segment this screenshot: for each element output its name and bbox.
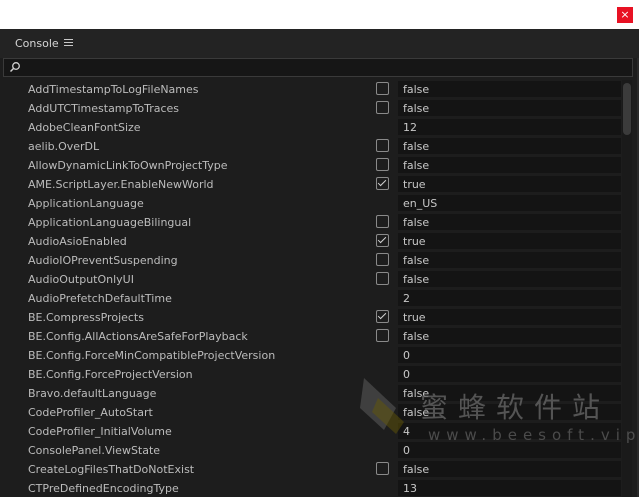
- setting-value-field[interactable]: true: [398, 176, 621, 192]
- setting-value-field[interactable]: false: [398, 214, 621, 230]
- setting-row[interactable]: AME.ScriptLayer.EnableNewWorld true: [3, 175, 621, 194]
- setting-name: BE.Config.AllActionsAreSafeForPlayback: [28, 330, 248, 343]
- setting-name: BE.Config.ForceMinCompatibleProjectVersi…: [28, 349, 276, 362]
- setting-value-field[interactable]: 13: [398, 480, 621, 496]
- setting-value-field[interactable]: 2: [398, 290, 621, 306]
- setting-checkbox[interactable]: [376, 139, 389, 152]
- setting-row[interactable]: AudioPrefetchDefaultTime 2: [3, 289, 621, 308]
- setting-checkbox[interactable]: [376, 310, 389, 323]
- setting-name: AME.ScriptLayer.EnableNewWorld: [28, 178, 214, 191]
- setting-row[interactable]: AddUTCTimestampToTraces false: [3, 99, 621, 118]
- close-icon[interactable]: ×: [617, 7, 633, 23]
- setting-checkbox[interactable]: [376, 253, 389, 266]
- setting-checkbox[interactable]: [376, 462, 389, 475]
- setting-value-field[interactable]: false: [398, 328, 621, 344]
- setting-value-field[interactable]: false: [398, 271, 621, 287]
- setting-checkbox[interactable]: [376, 329, 389, 342]
- setting-row[interactable]: BE.Config.ForceMinCompatibleProjectVersi…: [3, 346, 621, 365]
- setting-checkbox[interactable]: [376, 177, 389, 190]
- setting-value-field[interactable]: true: [398, 233, 621, 249]
- setting-row[interactable]: aelib.OverDL false: [3, 137, 621, 156]
- setting-name: AudioAsioEnabled: [28, 235, 127, 248]
- setting-name: AddTimestampToLogFileNames: [28, 83, 199, 96]
- setting-row[interactable]: ConsolePanel.ViewState 0: [3, 441, 621, 460]
- setting-checkbox[interactable]: [376, 215, 389, 228]
- setting-row[interactable]: AddTimestampToLogFileNames false: [3, 80, 621, 99]
- setting-value-field[interactable]: 4: [398, 423, 621, 439]
- setting-name: CreateLogFilesThatDoNotExist: [28, 463, 195, 476]
- setting-value-field[interactable]: false: [398, 404, 621, 420]
- setting-name: ApplicationLanguageBilingual: [28, 216, 192, 229]
- setting-name: AudioOutputOnlyUI: [28, 273, 134, 286]
- setting-name: AdobeCleanFontSize: [28, 121, 141, 134]
- setting-row[interactable]: AdobeCleanFontSize 12: [3, 118, 621, 137]
- setting-name: CodeProfiler_InitialVolume: [28, 425, 172, 438]
- scrollbar-thumb[interactable]: [623, 83, 631, 135]
- setting-value-field[interactable]: false: [398, 252, 621, 268]
- settings-list: AddTimestampToLogFileNames false AddUTCTim…: [3, 80, 621, 497]
- setting-row[interactable]: AudioAsioEnabled true: [3, 232, 621, 251]
- setting-checkbox[interactable]: [376, 234, 389, 247]
- scrollbar[interactable]: [622, 80, 632, 497]
- setting-checkbox[interactable]: [376, 158, 389, 171]
- setting-name: BE.Config.ForceProjectVersion: [28, 368, 193, 381]
- setting-row[interactable]: CreateLogFilesThatDoNotExist false: [3, 460, 621, 479]
- setting-name: AudioPrefetchDefaultTime: [28, 292, 172, 305]
- setting-value-field[interactable]: true: [398, 309, 621, 325]
- setting-value-field[interactable]: 0: [398, 347, 621, 363]
- setting-checkbox[interactable]: [376, 82, 389, 95]
- setting-name: AllowDynamicLinkToOwnProjectType: [28, 159, 228, 172]
- setting-value-field[interactable]: 12: [398, 119, 621, 135]
- hamburger-menu-icon[interactable]: [64, 39, 73, 47]
- setting-row[interactable]: BE.CompressProjects true: [3, 308, 621, 327]
- setting-checkbox[interactable]: [376, 272, 389, 285]
- setting-name: BE.CompressProjects: [28, 311, 144, 324]
- setting-row[interactable]: CTPreDefinedEncodingType 13: [3, 479, 621, 497]
- search-input[interactable]: [3, 58, 633, 77]
- setting-name: ConsolePanel.ViewState: [28, 444, 161, 457]
- panel-header: Console: [0, 29, 639, 58]
- setting-row[interactable]: ApplicationLanguageBilingual false: [3, 213, 621, 232]
- setting-value-field[interactable]: false: [398, 461, 621, 477]
- setting-value-field[interactable]: en_US: [398, 195, 621, 211]
- setting-checkbox[interactable]: [376, 101, 389, 114]
- search-icon: [9, 61, 21, 73]
- setting-value-field[interactable]: false: [398, 138, 621, 154]
- setting-name: AddUTCTimestampToTraces: [28, 102, 179, 115]
- setting-value-field[interactable]: false: [398, 385, 621, 401]
- setting-value-field[interactable]: 0: [398, 442, 621, 458]
- setting-row[interactable]: BE.Config.AllActionsAreSafeForPlayback fa…: [3, 327, 621, 346]
- setting-row[interactable]: AllowDynamicLinkToOwnProjectType false: [3, 156, 621, 175]
- setting-value-field[interactable]: false: [398, 157, 621, 173]
- setting-row[interactable]: Bravo.defaultLanguage false: [3, 384, 621, 403]
- setting-name: CodeProfiler_AutoStart: [28, 406, 153, 419]
- setting-name: aelib.OverDL: [28, 140, 100, 153]
- setting-name: Bravo.defaultLanguage: [28, 387, 157, 400]
- setting-name: AudioIOPreventSuspending: [28, 254, 178, 267]
- setting-name: ApplicationLanguage: [28, 197, 144, 210]
- setting-row[interactable]: CodeProfiler_AutoStart false: [3, 403, 621, 422]
- setting-row[interactable]: ApplicationLanguage en_US: [3, 194, 621, 213]
- setting-row[interactable]: AudioOutputOnlyUI false: [3, 270, 621, 289]
- setting-value-field[interactable]: 0: [398, 366, 621, 382]
- setting-row[interactable]: BE.Config.ForceProjectVersion 0: [3, 365, 621, 384]
- panel-title[interactable]: Console: [15, 37, 59, 50]
- setting-row[interactable]: AudioIOPreventSuspending false: [3, 251, 621, 270]
- setting-row[interactable]: CodeProfiler_InitialVolume 4: [3, 422, 621, 441]
- setting-value-field[interactable]: false: [398, 81, 621, 97]
- setting-value-field[interactable]: false: [398, 100, 621, 116]
- window-titlebar: ×: [0, 0, 639, 29]
- setting-name: CTPreDefinedEncodingType: [28, 482, 179, 495]
